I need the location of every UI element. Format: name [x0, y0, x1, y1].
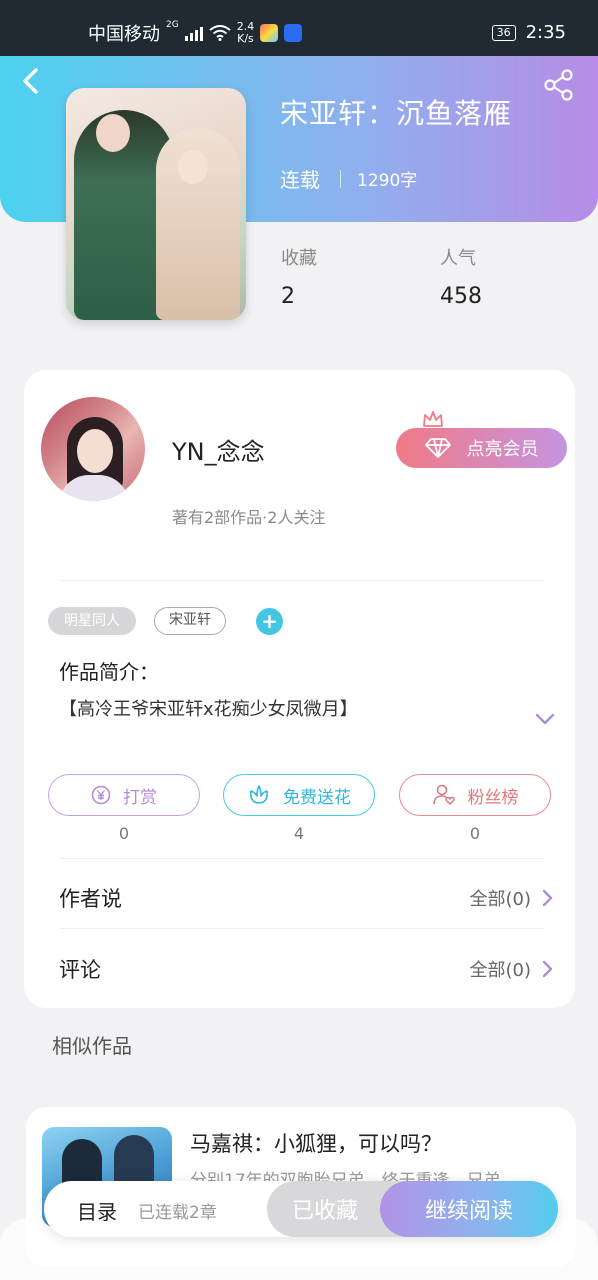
- back-arrow-icon: [23, 68, 38, 94]
- author-stats: 著有2部作品·2人关注: [172, 508, 326, 527]
- table-of-contents-button[interactable]: 目录: [77, 1196, 117, 1225]
- comments-label: 评论: [59, 958, 101, 982]
- fan-ranking-label: 粉丝榜: [467, 787, 519, 808]
- fan-user-icon: [432, 784, 455, 806]
- intro-text: 【高冷王爷宋亚轩x花痴少女凤微月】: [59, 699, 358, 720]
- word-count: 1290字: [357, 171, 418, 191]
- stat-popularity: 人气 458: [440, 244, 482, 309]
- net-speed-unit: K/s: [237, 32, 254, 45]
- net-speed: 2.4 K/s: [237, 21, 255, 45]
- book-title: 宋亚轩：沉鱼落雁: [280, 97, 513, 130]
- author-says-row[interactable]: 作者说 全部(0): [59, 878, 553, 918]
- intro-title: 作品简介：: [59, 660, 159, 684]
- add-tag-button[interactable]: +: [256, 608, 283, 635]
- battery-icon: 36: [491, 24, 516, 41]
- divider: [60, 580, 544, 581]
- avatar-face: [77, 429, 113, 473]
- signal-type: 2G: [166, 20, 179, 30]
- send-flower-label: 免费送花: [283, 787, 351, 808]
- author-avatar[interactable]: [41, 397, 145, 501]
- divider: [60, 858, 544, 859]
- reward-button[interactable]: 打赏: [48, 774, 200, 816]
- status-bar: 中国移动 2G 2.4 K/s 36 2:35: [0, 0, 598, 58]
- book-meta: 连载 1290字: [280, 164, 417, 193]
- yen-icon: [91, 785, 111, 805]
- stat-label: 收藏: [281, 248, 317, 269]
- fan-ranking-button[interactable]: 粉丝榜: [399, 774, 551, 816]
- divider: [60, 928, 544, 929]
- comments-count: 全部(0): [469, 960, 532, 981]
- collected-label: 已收藏: [291, 1199, 358, 1224]
- comments-row[interactable]: 评论 全部(0): [59, 949, 553, 989]
- cover-face-right: [178, 150, 208, 184]
- stat-value: 2: [281, 284, 295, 309]
- reward-label: 打赏: [123, 787, 157, 808]
- continue-reading-button[interactable]: 继续阅读: [380, 1181, 558, 1237]
- crown-icon: [423, 411, 443, 427]
- author-says-label: 作者说: [59, 887, 122, 911]
- chevron-right-icon: [542, 960, 553, 978]
- author-says-count: 全部(0): [469, 889, 532, 910]
- similar-works-title: 相似作品: [52, 1034, 132, 1058]
- stat-value: 458: [440, 284, 482, 309]
- carrier-name: 中国移动: [88, 24, 160, 45]
- flower-count: 4: [293, 824, 305, 843]
- chevron-right-icon: [542, 889, 553, 907]
- clock: 2:35: [525, 22, 566, 43]
- fan-count: 0: [469, 824, 481, 843]
- cover-face-left: [96, 114, 130, 152]
- back-button[interactable]: [20, 66, 50, 100]
- status-left: 中国移动 2G 2.4 K/s: [88, 20, 303, 46]
- chapter-count: 已连载2章: [138, 1203, 217, 1223]
- stat-label: 人气: [440, 248, 476, 269]
- tag-category[interactable]: 明星同人: [48, 607, 136, 635]
- expand-chevron-icon[interactable]: [534, 710, 556, 728]
- tag-character[interactable]: 宋亚轩: [154, 607, 226, 635]
- comments-all[interactable]: 全部(0): [470, 956, 554, 982]
- share-button[interactable]: [542, 68, 576, 102]
- send-flower-button[interactable]: 免费送花: [223, 774, 375, 816]
- vip-button[interactable]: 点亮会员: [396, 428, 567, 468]
- status-right: 36 2:35: [491, 22, 566, 43]
- book-cover[interactable]: [66, 88, 246, 320]
- share-icon: [544, 69, 573, 101]
- reward-count: 0: [118, 824, 130, 843]
- meta-divider: [340, 169, 341, 188]
- flower-icon: [249, 785, 269, 804]
- diamond-icon: [424, 438, 451, 458]
- author-says-all[interactable]: 全部(0): [470, 885, 554, 911]
- stat-collections: 收藏 2: [281, 244, 317, 309]
- similar-work-title[interactable]: 马嘉祺：小狐狸，可以吗？: [190, 1128, 442, 1158]
- serial-status: 连载: [280, 168, 320, 192]
- bulb-notification-icon: [284, 24, 303, 42]
- author-name[interactable]: YN_念念: [172, 432, 265, 467]
- vip-button-label: 点亮会员: [466, 439, 539, 460]
- wifi-icon: [209, 25, 231, 41]
- cell-signal-icon: [184, 25, 203, 41]
- continue-reading-label: 继续阅读: [424, 1199, 513, 1224]
- app-notification-icon: [260, 24, 279, 42]
